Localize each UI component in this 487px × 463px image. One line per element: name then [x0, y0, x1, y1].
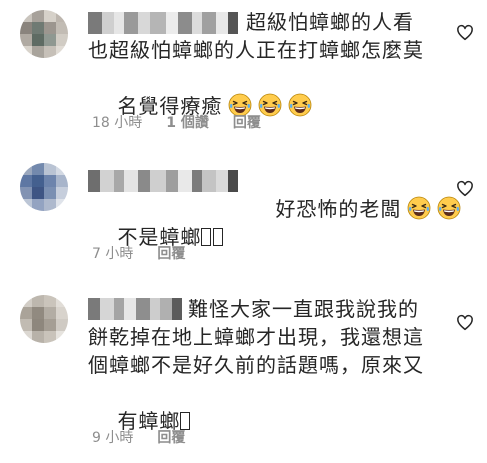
missing-glyph-box	[213, 228, 224, 246]
comment-text: 超級怕蟑螂的人看	[246, 10, 414, 34]
comment-text-line: 好恐怖的老闆	[275, 197, 402, 221]
missing-glyph-box	[201, 228, 212, 246]
comment-text: 難怪大家一直跟我說我的	[188, 297, 419, 321]
grinning-squinting-face-icon	[438, 196, 461, 220]
grinning-squinting-face-icon	[259, 93, 282, 117]
comment-time[interactable]: 18 小時	[92, 114, 142, 132]
comment-text: 好恐怖的老闆	[246, 167, 461, 251]
heart-outline-icon[interactable]	[456, 314, 474, 332]
comment-time[interactable]: 7 小時	[92, 245, 133, 263]
comment-text: 名覺得療癒	[88, 64, 312, 148]
comment-text: 也超級怕蟑螂的人正在打蟑螂怎麼莫	[88, 38, 424, 62]
heart-outline-icon[interactable]	[456, 24, 474, 42]
comment-text: 個蟑螂不是好久前的話題嗎，原來又	[88, 353, 424, 377]
emoji-row	[401, 196, 461, 221]
comment-text: 有蟑螂	[88, 379, 192, 463]
username-blurred[interactable]	[88, 12, 238, 34]
username-blurred[interactable]	[88, 298, 182, 320]
comment-time[interactable]: 9 小時	[92, 429, 133, 447]
reply-button[interactable]: 回覆	[233, 114, 261, 132]
comment-text: 不是蟑螂	[88, 195, 225, 279]
comment-meta: 9 小時 回覆	[92, 429, 185, 447]
grinning-squinting-face-icon	[408, 196, 431, 220]
heart-outline-icon[interactable]	[456, 180, 474, 198]
comment-text: 餅乾掉在地上蟑螂才出現，我還想這	[88, 325, 424, 349]
reply-button[interactable]: 回覆	[157, 429, 185, 447]
username-blurred[interactable]	[88, 170, 238, 192]
avatar[interactable]	[20, 295, 68, 343]
grinning-squinting-face-icon	[289, 93, 312, 117]
reply-button[interactable]: 回覆	[157, 245, 185, 263]
avatar[interactable]	[20, 10, 68, 58]
missing-glyph-box	[180, 412, 191, 430]
unrendered-glyph	[201, 225, 225, 249]
comment-meta: 7 小時 回覆	[92, 245, 185, 263]
comment-meta: 18 小時 1 個讚 回覆	[92, 114, 261, 132]
avatar[interactable]	[20, 163, 68, 211]
comment-likes[interactable]: 1 個讚	[166, 114, 209, 132]
